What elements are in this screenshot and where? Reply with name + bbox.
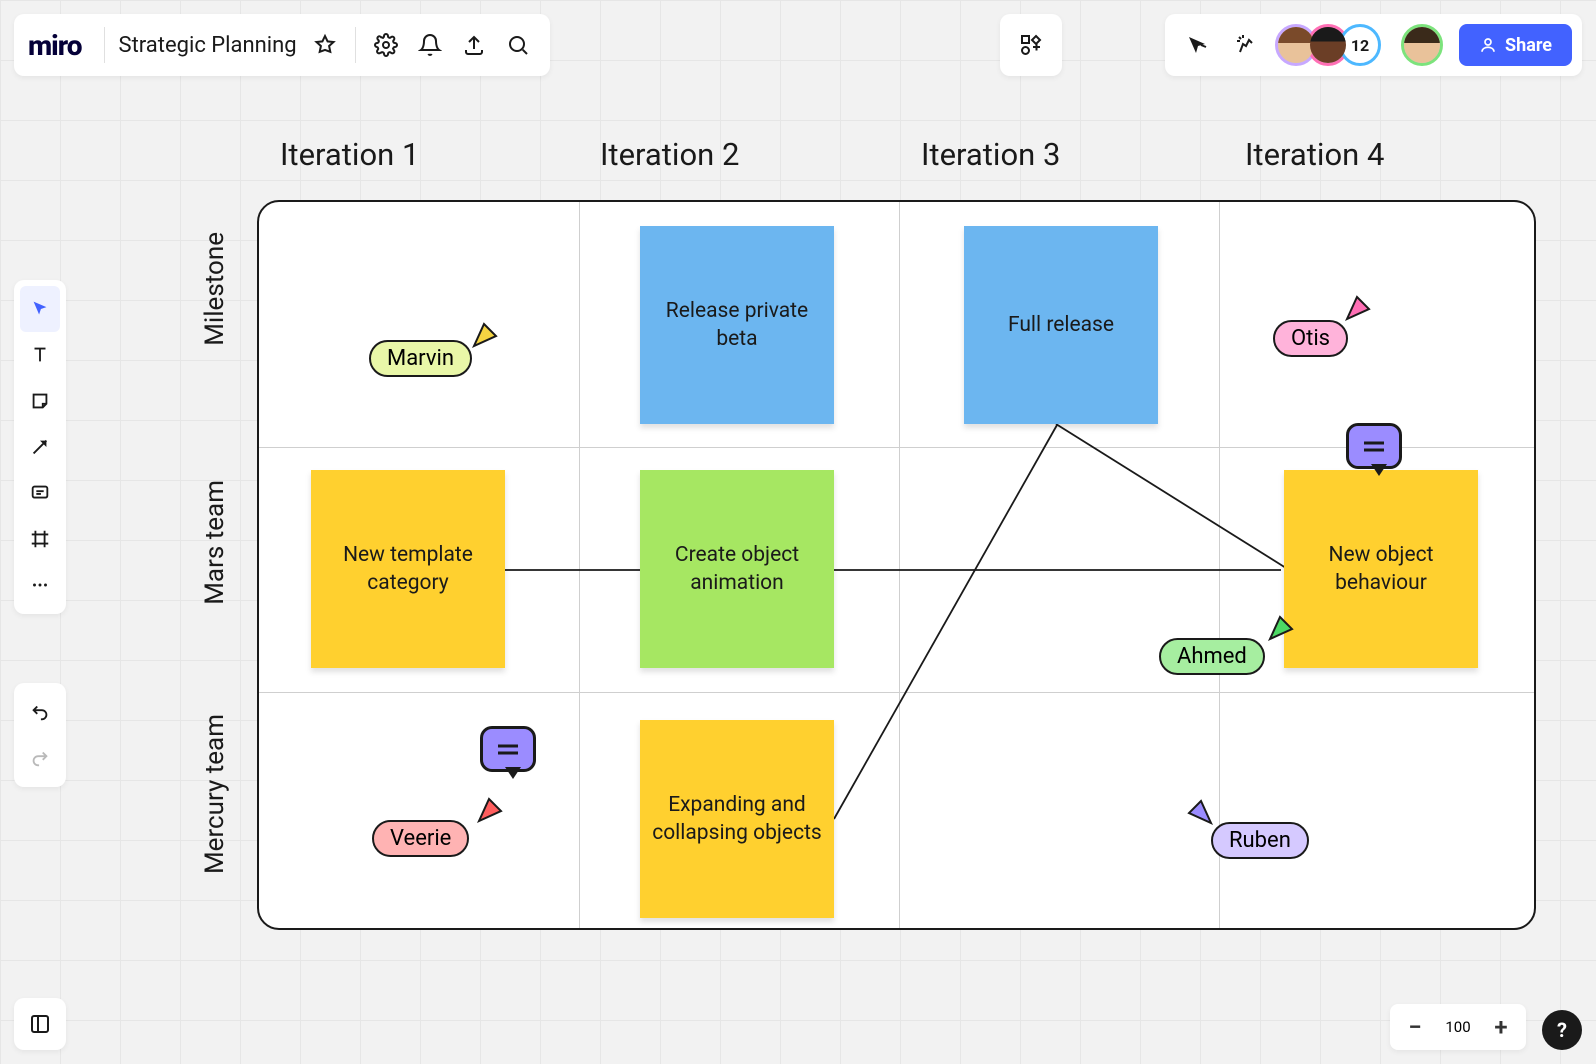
divider (355, 27, 356, 63)
select-tool[interactable] (20, 286, 60, 332)
collaborator-cursor-label: Veerie (372, 820, 469, 857)
cursor-arrow-icon (1343, 293, 1373, 323)
collaborator-cursor-label: Ruben (1211, 822, 1309, 859)
row-header: Milestone (200, 232, 230, 346)
sticky-note[interactable]: New template category (311, 470, 505, 668)
comment-icon[interactable] (480, 726, 536, 772)
sticky-note[interactable]: New object behaviour (1284, 470, 1478, 668)
reactions-icon[interactable] (1225, 23, 1269, 67)
current-user-avatar[interactable] (1401, 24, 1443, 66)
comment-tool[interactable] (20, 470, 60, 516)
frame-tool[interactable] (20, 516, 60, 562)
board-title[interactable]: Strategic Planning (113, 33, 303, 58)
pointer-mode-icon[interactable] (1175, 23, 1219, 67)
cursor-arrow-icon (475, 795, 505, 825)
collaborator-avatars[interactable]: 12 (1275, 24, 1381, 66)
arrow-tool[interactable] (20, 424, 60, 470)
column-header: Iteration 2 (600, 136, 739, 173)
help-button[interactable]: ? (1542, 1010, 1582, 1050)
apps-icon[interactable] (1000, 14, 1062, 76)
left-toolbar (14, 280, 66, 614)
text-tool[interactable] (20, 332, 60, 378)
sticky-note[interactable]: Expanding and collapsing objects (640, 720, 834, 918)
undo-button[interactable] (20, 689, 60, 735)
column-header: Iteration 3 (921, 136, 1060, 173)
avatar[interactable] (1307, 24, 1349, 66)
sticky-note[interactable]: Full release (964, 226, 1158, 424)
export-icon[interactable] (452, 23, 496, 67)
collaborator-cursor-label: Otis (1273, 320, 1348, 357)
board-canvas[interactable]: Iteration 1 Iteration 2 Iteration 3 Iter… (0, 0, 1596, 1064)
sticky-note[interactable]: Create object animation (640, 470, 834, 668)
notifications-icon[interactable] (408, 23, 452, 67)
redo-button[interactable] (20, 735, 60, 781)
zoom-in-button[interactable]: + (1484, 1010, 1518, 1044)
more-tools[interactable] (20, 562, 60, 608)
row-header: Mercury team (200, 714, 230, 874)
cursor-arrow-icon (1266, 613, 1296, 643)
row-header: Mars team (200, 480, 230, 605)
cursor-arrow-icon (1185, 797, 1215, 827)
share-label: Share (1505, 35, 1552, 56)
zoom-value[interactable]: 100 (1440, 1018, 1476, 1036)
star-icon[interactable] (303, 23, 347, 67)
topbar-right: 12 Share (1165, 14, 1582, 76)
cursor-arrow-icon (470, 320, 500, 350)
column-header: Iteration 4 (1245, 136, 1384, 173)
search-icon[interactable] (496, 23, 540, 67)
settings-icon[interactable] (364, 23, 408, 67)
comment-icon[interactable] (1346, 423, 1402, 469)
sticky-tool[interactable] (20, 378, 60, 424)
miro-logo[interactable]: miro (24, 29, 96, 62)
zoom-controls: − 100 + (1390, 1004, 1526, 1050)
divider (104, 27, 105, 63)
column-header: Iteration 1 (280, 136, 419, 173)
topbar-left: miro Strategic Planning (14, 14, 550, 76)
collaborator-cursor-label: Ahmed (1159, 638, 1265, 675)
collapse-panel-icon[interactable] (14, 998, 66, 1050)
collaborator-cursor-label: Marvin (369, 340, 472, 377)
zoom-out-button[interactable]: − (1398, 1010, 1432, 1044)
sticky-note[interactable]: Release private beta (640, 226, 834, 424)
undo-redo-panel (14, 683, 66, 787)
share-button[interactable]: Share (1459, 24, 1572, 66)
